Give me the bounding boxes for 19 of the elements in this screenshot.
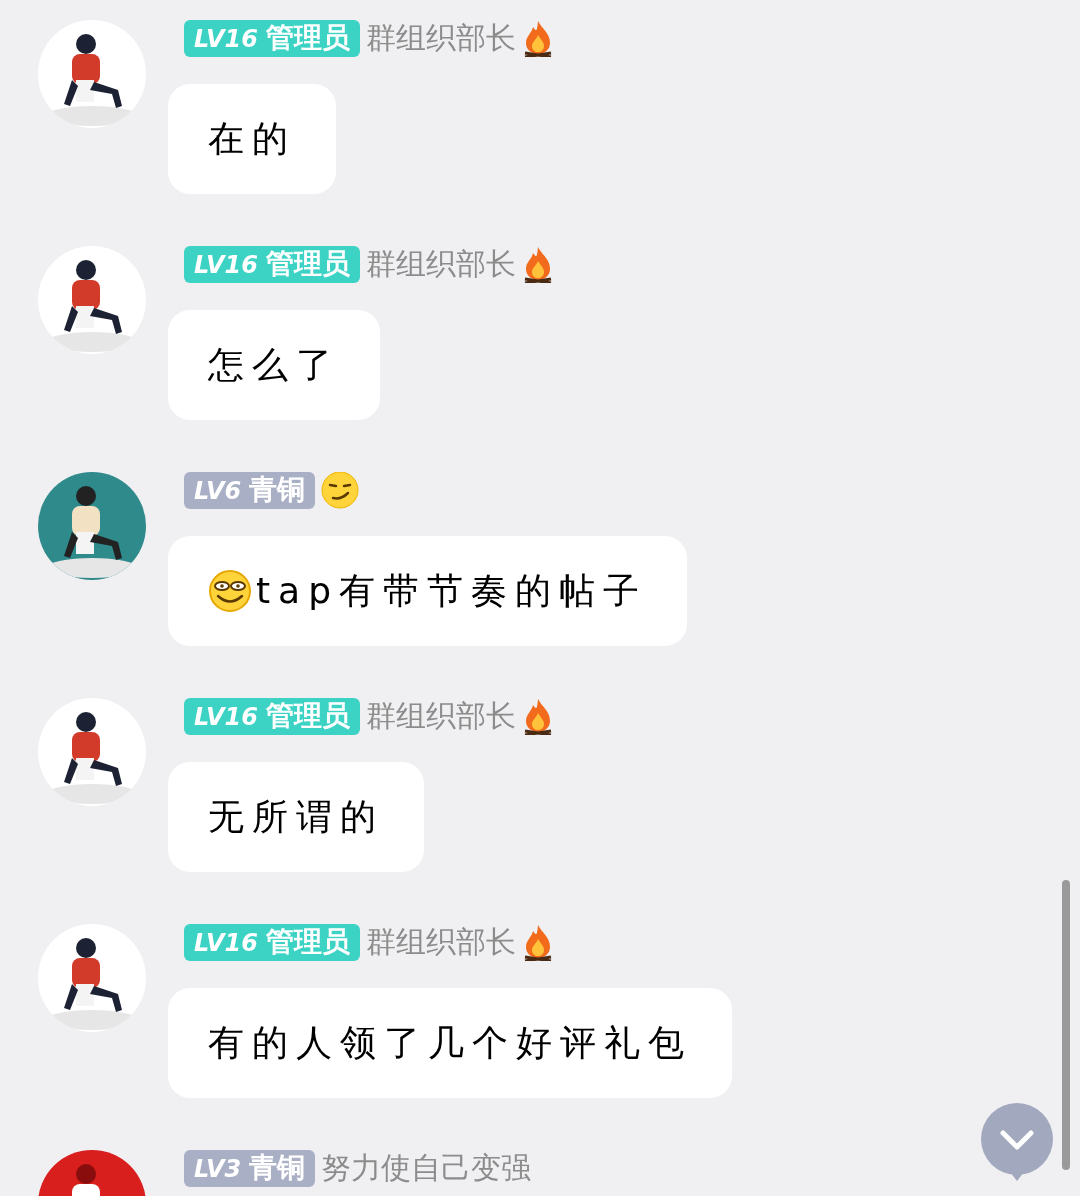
level-badge: LV6 青铜: [184, 472, 316, 509]
level-badge: LV16 管理员: [184, 20, 360, 57]
scroll-down-button[interactable]: [980, 1102, 1054, 1182]
scrollbar[interactable]: [1062, 880, 1070, 1170]
level-badge: LV16 管理员: [184, 924, 360, 961]
member-title: 群组织部长: [365, 246, 516, 282]
message-text: tap有带节奏的帖子: [256, 569, 648, 613]
message-text: 在的: [208, 117, 296, 161]
member-title: 群组织部长: [365, 698, 516, 734]
grin-emoji-icon: [208, 569, 252, 613]
member-title: 努力使自己变强: [321, 1150, 532, 1186]
member-title: 群组织部长: [365, 20, 516, 56]
level-badge: LV16 管理员: [184, 698, 360, 735]
message-text: 有的人领了几个好评礼包: [208, 1021, 692, 1065]
message-text: 怎么了: [208, 343, 340, 387]
level-badge: LV3 青铜: [184, 1150, 316, 1187]
member-title: 群组织部长: [365, 924, 516, 960]
message-text: 无所谓的: [208, 795, 384, 839]
level-badge: LV16 管理员: [184, 246, 360, 283]
